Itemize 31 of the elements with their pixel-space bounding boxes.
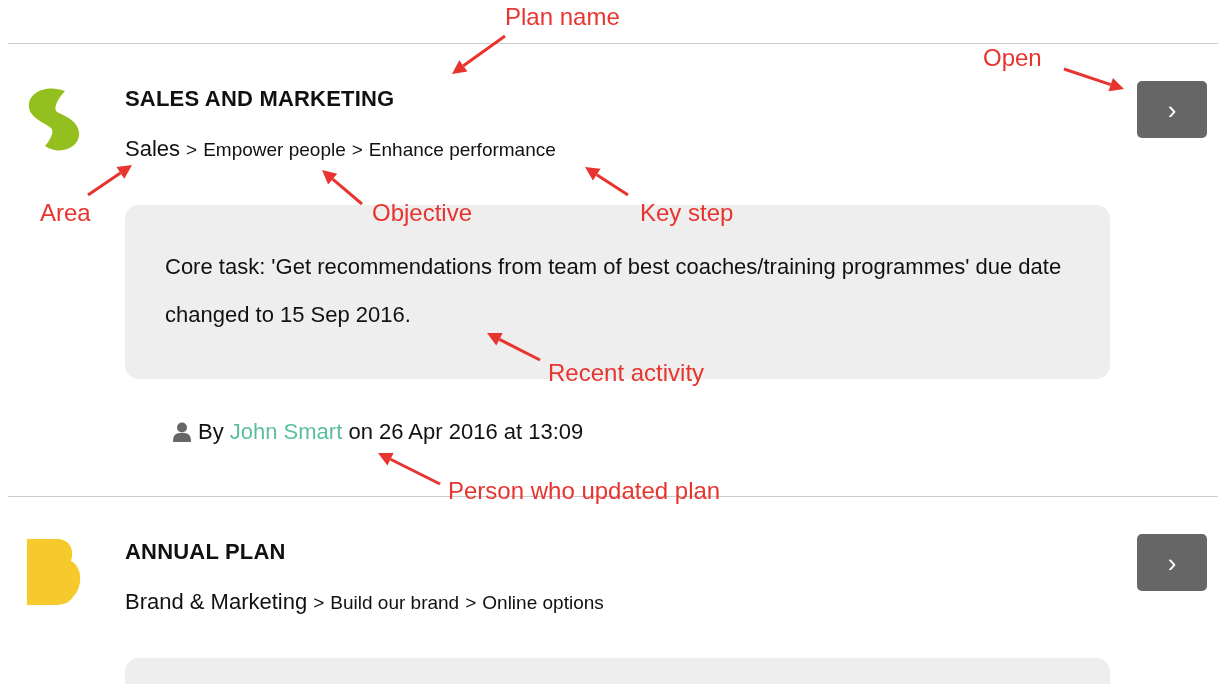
plan-title: ANNUAL PLAN	[125, 538, 287, 566]
annotation-arrow	[378, 453, 441, 486]
annotation-label: Person who updated plan	[448, 477, 721, 505]
annotation-arrow	[87, 165, 132, 197]
step-name: Online options	[482, 591, 604, 615]
annotation-arrow	[1063, 67, 1124, 92]
annotation-arrow	[585, 167, 629, 197]
open-button[interactable]: ›	[1137, 81, 1207, 138]
annotation-arrow	[452, 34, 506, 74]
annotation-label: Open	[983, 44, 1042, 72]
separator: >	[351, 138, 363, 162]
activity-text: Core task: 'Get recommendations from team of best coaches/training programmes' due date changed to 15 Sep 2016.	[165, 253, 1063, 329]
annotation-label: Objective	[372, 199, 473, 227]
plan-title: SALES AND MARKETING	[125, 85, 396, 113]
separator: >	[313, 591, 325, 615]
annotation-arrow	[487, 333, 541, 362]
annotation-label: Plan name	[505, 3, 620, 31]
step-name: Build our brand	[330, 591, 460, 615]
area-name: Brand & Marketing	[125, 588, 308, 616]
step-name: Empower people	[203, 138, 346, 162]
annotation-arrow	[322, 170, 363, 206]
annotation-label: Key step	[640, 199, 734, 227]
area-name: Sales	[125, 135, 181, 163]
open-button[interactable]: ›	[1137, 534, 1207, 591]
annotation-label: Area	[40, 199, 91, 227]
person-icon	[172, 422, 192, 442]
updated-by-text: By John Smart on 26 Apr 2016 at 13:09	[198, 418, 584, 446]
step-name: Enhance performance	[368, 138, 556, 162]
annotation-label: Recent activity	[548, 359, 705, 387]
separator: >	[465, 591, 477, 615]
separator: >	[186, 138, 198, 162]
